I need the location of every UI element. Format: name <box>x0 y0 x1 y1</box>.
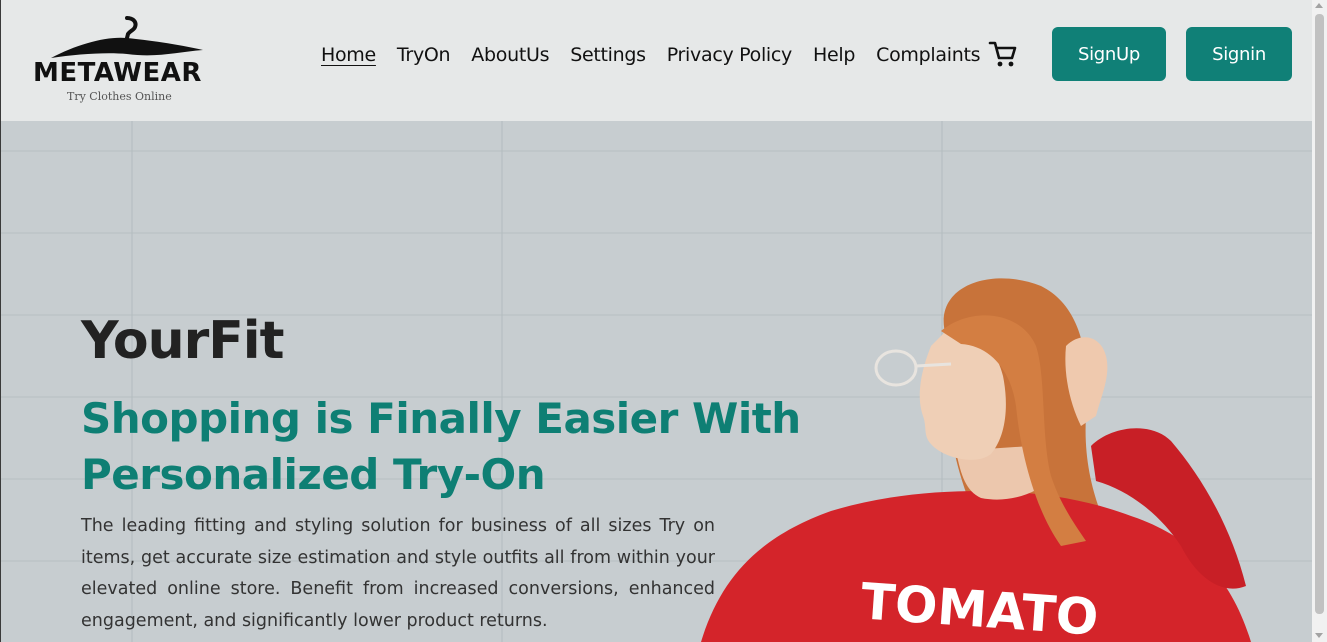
hero-description: The leading fitting and styling solution… <box>81 516 715 631</box>
hanger-logo-icon <box>51 16 203 58</box>
hero-brand-title: YourFit <box>81 311 284 371</box>
scroll-down-arrow-icon[interactable] <box>1315 633 1323 638</box>
site-logo[interactable]: METAWEAR Try Clothes Online <box>31 14 216 109</box>
vertical-scrollbar[interactable] <box>1312 0 1327 642</box>
shopping-cart-icon[interactable] <box>988 40 1018 68</box>
logo-tagline: Try Clothes Online <box>67 90 172 103</box>
nav-item-tryon[interactable]: TryOn <box>397 44 451 66</box>
nav-item-help[interactable]: Help <box>813 44 855 66</box>
signin-button[interactable]: Signin <box>1186 27 1292 81</box>
site-header: METAWEAR Try Clothes Online Home TryOn A… <box>1 0 1312 121</box>
signup-button[interactable]: SignUp <box>1052 27 1166 81</box>
scrollbar-thumb[interactable] <box>1315 14 1324 614</box>
hero-section: TOMATO YourFit Shopping is Finally Easie… <box>1 121 1312 642</box>
main-nav: Home TryOn AboutUs Settings Privacy Poli… <box>321 44 1001 66</box>
nav-item-settings[interactable]: Settings <box>570 44 646 66</box>
nav-item-aboutus[interactable]: AboutUs <box>471 44 549 66</box>
nav-item-home[interactable]: Home <box>321 44 376 66</box>
browser-viewport: METAWEAR Try Clothes Online Home TryOn A… <box>1 0 1327 642</box>
logo-wordmark: METAWEAR <box>33 58 202 88</box>
hero-headline: Shopping is Finally Easier With Personal… <box>81 394 801 499</box>
nav-item-privacy-policy[interactable]: Privacy Policy <box>667 44 793 66</box>
scroll-up-arrow-icon[interactable] <box>1315 3 1323 8</box>
nav-item-complaints[interactable]: Complaints <box>876 44 980 66</box>
